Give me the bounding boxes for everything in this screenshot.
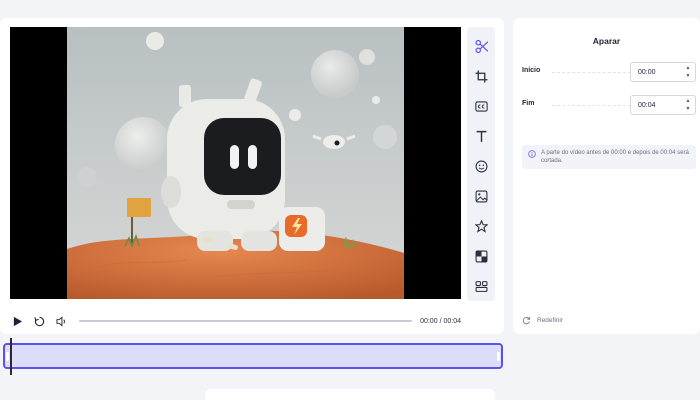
divider bbox=[552, 105, 636, 106]
editor-card: 00:00 / 00:04 bbox=[0, 18, 504, 334]
layout-icon bbox=[475, 280, 487, 292]
play-icon bbox=[13, 316, 22, 326]
duration: 00:04 bbox=[443, 317, 461, 325]
increment-icon[interactable]: ▲ bbox=[686, 65, 691, 71]
image-icon bbox=[475, 190, 487, 202]
emoji-icon bbox=[475, 160, 487, 172]
end-time-value: 00:04 bbox=[638, 101, 656, 109]
tool-filter-button[interactable] bbox=[467, 241, 495, 271]
start-time-value: 00:00 bbox=[638, 68, 656, 76]
robot-scene-illustration bbox=[67, 27, 404, 299]
replay-button[interactable] bbox=[32, 314, 46, 328]
start-row: Início 00:00 ▲ ▼ bbox=[522, 62, 696, 82]
trim-panel: Aparar Início 00:00 ▲ ▼ Fim 00:04 ▲ ▼ A … bbox=[513, 18, 700, 334]
reset-button[interactable]: Redefinir bbox=[522, 316, 563, 325]
seek-bar[interactable] bbox=[79, 320, 413, 322]
scissors-icon bbox=[474, 39, 488, 53]
video-preview[interactable] bbox=[10, 27, 461, 299]
time-separator: / bbox=[439, 317, 442, 325]
decrement-icon[interactable]: ▼ bbox=[686, 73, 691, 79]
text-icon bbox=[476, 130, 486, 142]
end-stepper: ▲ ▼ bbox=[684, 98, 692, 112]
tool-scissors-button[interactable] bbox=[467, 31, 495, 61]
timeline-playhead[interactable] bbox=[10, 338, 12, 375]
end-row: Fim 00:04 ▲ ▼ bbox=[522, 95, 696, 115]
decrement-icon[interactable]: ▼ bbox=[686, 106, 691, 112]
replay-icon bbox=[33, 316, 44, 326]
tool-text-button[interactable] bbox=[467, 121, 495, 151]
trim-notice: A parte do vídeo antes de 00:00 e depois… bbox=[522, 145, 696, 169]
notice-text: A parte do vídeo antes de 00:00 e depois… bbox=[541, 150, 689, 164]
tool-emoji-button[interactable] bbox=[467, 151, 495, 181]
trim-start-handle[interactable] bbox=[6, 352, 9, 361]
end-time-field[interactable]: 00:04 ▲ ▼ bbox=[630, 95, 696, 115]
trim-timeline[interactable] bbox=[3, 343, 503, 369]
playback-controls: 00:00 / 00:04 bbox=[10, 313, 461, 329]
start-time-field[interactable]: 00:00 ▲ ▼ bbox=[630, 62, 696, 82]
time-readout: 00:00 / 00:04 bbox=[420, 318, 461, 325]
info-icon bbox=[528, 150, 536, 158]
star-icon bbox=[474, 219, 488, 233]
tool-image-button[interactable] bbox=[467, 181, 495, 211]
video-frame-image bbox=[67, 27, 404, 299]
start-stepper: ▲ ▼ bbox=[684, 65, 692, 79]
tool-star-button[interactable] bbox=[467, 211, 495, 241]
tool-crop-button[interactable] bbox=[467, 61, 495, 91]
reset-icon bbox=[522, 317, 531, 325]
divider bbox=[552, 72, 636, 73]
tool-layout-button[interactable] bbox=[467, 271, 495, 301]
end-label: Fim bbox=[522, 100, 535, 107]
volume-button[interactable] bbox=[54, 314, 68, 328]
captions-icon bbox=[474, 100, 488, 112]
bottom-action-bar bbox=[205, 389, 495, 400]
filter-icon bbox=[475, 250, 487, 262]
panel-title: Aparar bbox=[592, 36, 621, 46]
volume-icon bbox=[55, 315, 65, 327]
tool-sidebar bbox=[467, 27, 495, 301]
current-time: 00:00 bbox=[420, 317, 438, 325]
trim-end-handle[interactable] bbox=[497, 352, 500, 361]
increment-icon[interactable]: ▲ bbox=[686, 98, 691, 104]
play-button[interactable] bbox=[10, 314, 24, 328]
reset-label: Redefinir bbox=[537, 317, 564, 324]
start-label: Início bbox=[522, 67, 541, 74]
tool-captions-button[interactable] bbox=[467, 91, 495, 121]
crop-icon bbox=[475, 70, 487, 82]
